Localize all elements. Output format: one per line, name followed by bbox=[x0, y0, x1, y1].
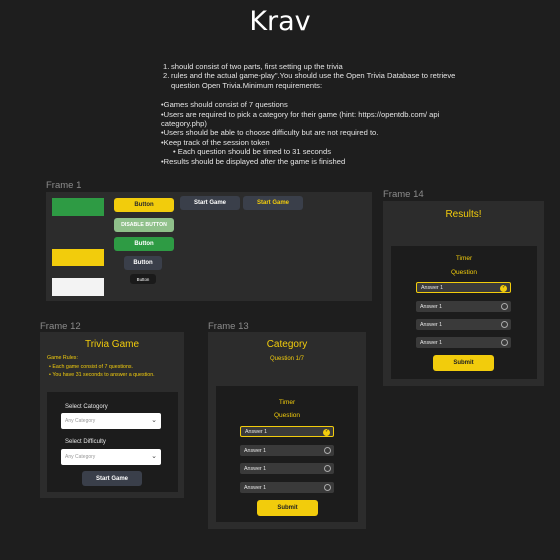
select-difficulty-label: Select Difficulty bbox=[65, 439, 106, 445]
frame-14-label: Frame 14 bbox=[383, 189, 424, 200]
rule-item: • Each game consist of 7 questions. bbox=[49, 364, 134, 370]
dark-button[interactable]: Button bbox=[124, 256, 162, 270]
green-swatch bbox=[52, 198, 104, 216]
question-progress: Question 1/7 bbox=[269, 356, 305, 362]
timer-label: Timer bbox=[455, 255, 473, 262]
frame-13: Category Question 1/7 Timer Question Ans… bbox=[208, 332, 366, 529]
yellow-button[interactable]: Button bbox=[114, 198, 174, 212]
frame-14: Results! Timer Question Answer 1 Answer … bbox=[383, 201, 544, 386]
start-game-button-yellow-text[interactable]: Start Game bbox=[243, 196, 303, 210]
requirement-bullet: •Games should consist of 7 questions bbox=[161, 100, 288, 110]
answer-option[interactable]: Answer 1 bbox=[416, 319, 511, 330]
radio-icon bbox=[324, 447, 331, 454]
requirement-item: 1. should consist of two parts, first set… bbox=[163, 62, 343, 71]
question-label: Question bbox=[450, 269, 478, 276]
requirement-bullet: •Users are required to pick a category f… bbox=[161, 109, 440, 129]
frame-1-label: Frame 1 bbox=[46, 180, 82, 191]
requirement-item: 2. rules and the actual game-play".You sh… bbox=[163, 71, 456, 90]
answer-option[interactable]: Answer 1 bbox=[416, 337, 511, 348]
green-button[interactable]: Button bbox=[114, 237, 174, 251]
frame-1: Button DISABLE BUTTON Button Button Butt… bbox=[46, 192, 372, 301]
start-game-button-dark[interactable]: Start Game bbox=[180, 196, 240, 210]
radio-icon bbox=[324, 465, 331, 472]
radio-icon bbox=[324, 484, 331, 491]
disabled-button[interactable]: DISABLE BUTTON bbox=[114, 218, 174, 232]
radio-checked-icon bbox=[500, 284, 507, 292]
category-select[interactable]: Any Category ⌄ bbox=[61, 413, 161, 429]
results-heading: Results! bbox=[445, 209, 482, 220]
radio-checked-icon bbox=[323, 428, 330, 436]
submit-button[interactable]: Submit bbox=[257, 500, 318, 516]
difficulty-select[interactable]: Any Category ⌄ bbox=[61, 449, 161, 465]
category-heading: Category bbox=[266, 339, 308, 350]
yellow-swatch bbox=[52, 249, 104, 266]
setup-card: Select Catogory Any Category ⌄ Select Dif… bbox=[47, 392, 178, 492]
white-swatch bbox=[52, 278, 104, 296]
frame-12-label: Frame 12 bbox=[40, 321, 81, 332]
frame-12: Trivia Game Game Rules: • Each game cons… bbox=[40, 332, 184, 498]
answer-option[interactable]: Answer 1 bbox=[240, 445, 334, 456]
question-card: Timer Question Answer 1 Answer 1 Answer … bbox=[216, 386, 358, 522]
start-game-button[interactable]: Start Game bbox=[82, 471, 142, 486]
rule-item: • You have 31 seconds to answer a questi… bbox=[49, 372, 155, 378]
question-label: Question bbox=[273, 412, 301, 419]
chevron-down-icon: ⌄ bbox=[151, 417, 157, 424]
trivia-heading: Trivia Game bbox=[84, 339, 140, 350]
chevron-down-icon: ⌄ bbox=[151, 453, 157, 460]
requirement-sub-bullet: • Each question should be timed to 31 se… bbox=[173, 147, 332, 157]
answer-option[interactable]: Answer 1 bbox=[416, 301, 511, 312]
requirements-text: 1. should consist of two parts, first set… bbox=[161, 62, 461, 166]
frame-13-label: Frame 13 bbox=[208, 321, 249, 332]
answer-option[interactable]: Answer 1 bbox=[416, 282, 511, 293]
submit-button[interactable]: Submit bbox=[433, 355, 494, 371]
small-dark-button[interactable]: Button bbox=[130, 274, 156, 284]
page-title: Krav bbox=[249, 6, 311, 37]
answer-option[interactable]: Answer 1 bbox=[240, 426, 334, 437]
requirement-bullet: •Keep track of the session token bbox=[161, 137, 270, 147]
requirement-bullet: •Results should be displayed after the g… bbox=[161, 156, 346, 166]
rules-title: Game Rules: bbox=[47, 355, 78, 361]
requirement-bullet: •Users should be able to choose difficul… bbox=[161, 128, 379, 138]
results-card: Timer Question Answer 1 Answer 1 Answer … bbox=[391, 246, 537, 379]
radio-icon bbox=[501, 339, 508, 346]
answer-option[interactable]: Answer 1 bbox=[240, 463, 334, 474]
radio-icon bbox=[501, 321, 508, 328]
select-category-label: Select Catogory bbox=[65, 404, 108, 410]
radio-icon bbox=[501, 303, 508, 310]
timer-label: Timer bbox=[278, 399, 296, 406]
answer-option[interactable]: Answer 1 bbox=[240, 482, 334, 493]
